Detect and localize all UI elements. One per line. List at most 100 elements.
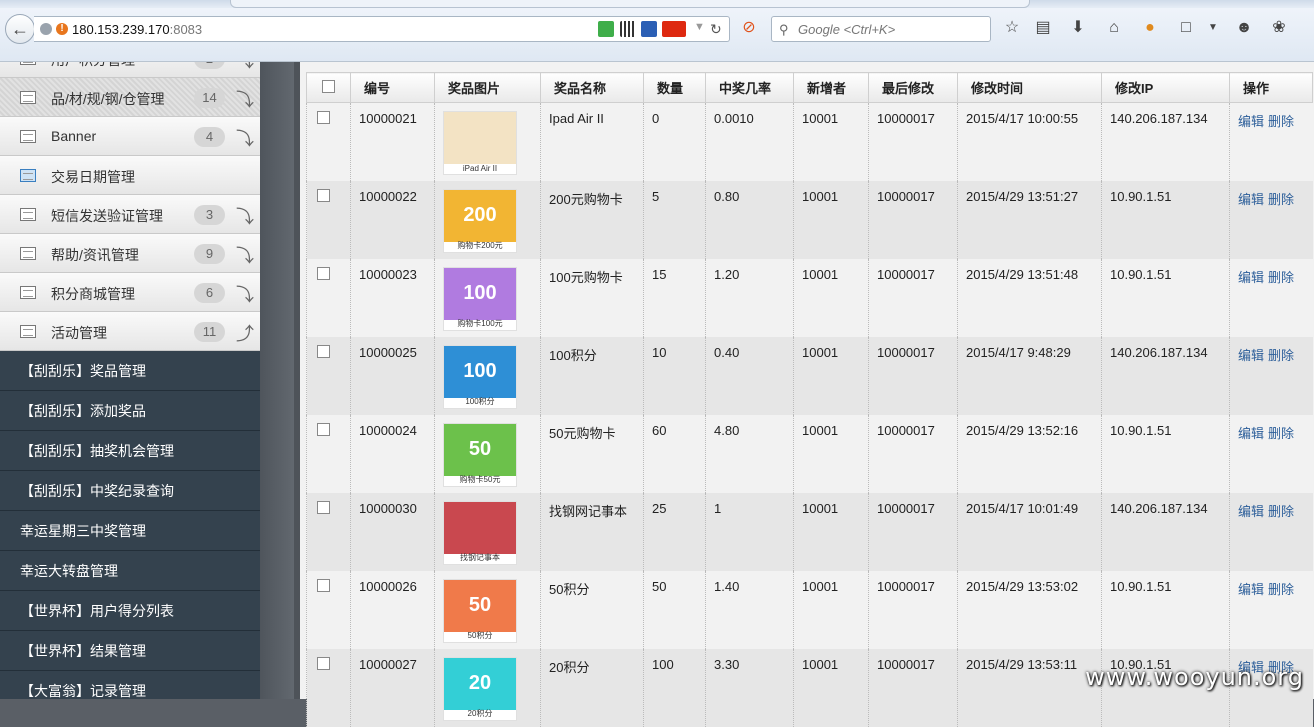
row-checkbox[interactable] xyxy=(317,578,330,592)
home-icon[interactable]: ⌂ xyxy=(1105,19,1123,37)
prize-image-caption: iPad Air II xyxy=(462,164,498,173)
url-port: :8083 xyxy=(169,22,203,37)
sidebar-subitem[interactable]: 【世界杯】用户得分列表 xyxy=(0,591,260,631)
prize-image-art: 50 xyxy=(444,423,516,476)
addon-icon[interactable]: ● xyxy=(1141,19,1159,37)
delete-link[interactable]: 删除 xyxy=(1268,270,1294,285)
bug-icon[interactable]: ❀ xyxy=(1270,19,1288,37)
list-icon xyxy=(20,286,36,299)
edit-link[interactable]: 编辑 xyxy=(1238,348,1264,363)
sidebar-item[interactable]: 用户积分管理 2 ⤵ xyxy=(0,62,260,78)
sidebar-item[interactable]: 交易日期管理 xyxy=(0,156,260,195)
delete-link[interactable]: 删除 xyxy=(1268,348,1294,363)
splitter[interactable] xyxy=(260,62,294,699)
prize-image-caption: 找钢记事本 xyxy=(460,552,500,562)
search-icon: ⚲ xyxy=(779,22,789,37)
sidebar-subitem[interactable]: 【刮刮乐】添加奖品 xyxy=(0,391,260,431)
watermark: www.wooyun.org xyxy=(1085,663,1304,691)
url-bar[interactable]: ! 180.153.239.170:8083 ▼ ↻ xyxy=(34,16,730,42)
sidebar-subitem[interactable]: 【世界杯】结果管理 xyxy=(0,631,260,671)
url-host: 180.153.239.170 xyxy=(72,22,170,37)
prize-quantity: 60 xyxy=(643,414,706,493)
row-checkbox[interactable] xyxy=(317,111,330,124)
select-cell xyxy=(306,492,351,571)
row-checkbox[interactable] xyxy=(317,500,330,514)
sidebar-item[interactable]: 短信发送验证管理 3 ⤵ xyxy=(0,195,260,234)
sidebar-item[interactable]: 帮助/资讯管理 9 ⤵ xyxy=(0,234,260,273)
block-icon[interactable]: ⊘ xyxy=(740,19,758,37)
sidebar-item[interactable]: 活动管理 11 ⤴ xyxy=(0,312,260,351)
edit-link[interactable]: 编辑 xyxy=(1238,270,1264,285)
creator: 10001 xyxy=(793,336,869,415)
modified-time: 2015/4/29 13:52:16 xyxy=(957,414,1102,493)
delete-link[interactable]: 删除 xyxy=(1268,426,1294,441)
prize-name: 100积分 xyxy=(540,336,644,415)
prize-image-art xyxy=(444,112,516,164)
sidebar-item[interactable]: 品/材/规/钢/仓管理 14 ⤵ xyxy=(0,78,260,117)
edit-link[interactable]: 编辑 xyxy=(1238,582,1264,597)
sidebar-subitem[interactable]: 【刮刮乐】中奖纪录查询 xyxy=(0,471,260,511)
prize-quantity: 100 xyxy=(643,648,706,727)
select-all-header[interactable] xyxy=(306,72,351,103)
delete-link[interactable]: 删除 xyxy=(1268,192,1294,207)
select-cell xyxy=(306,258,351,337)
prize-image-caption: 50积分 xyxy=(467,630,493,640)
word-icon[interactable] xyxy=(641,21,657,37)
select-all-checkbox[interactable] xyxy=(322,79,335,93)
qr-code-icon[interactable] xyxy=(620,21,636,37)
row-checkbox[interactable] xyxy=(317,656,330,670)
shield-icon[interactable] xyxy=(598,21,614,37)
reload-icon[interactable]: ↻ xyxy=(710,21,726,37)
sidebar-subitem[interactable]: 【刮刮乐】奖品管理 xyxy=(0,351,260,391)
row-checkbox[interactable] xyxy=(317,188,330,202)
search-input[interactable]: ⚲ Google <Ctrl+K> xyxy=(771,16,991,42)
clipboard-icon[interactable]: ▤ xyxy=(1034,19,1052,37)
sidebar-item-label: 交易日期管理 xyxy=(51,169,135,185)
arrow-right-icon[interactable]: ⤵ xyxy=(236,86,254,112)
sidebar-subitem[interactable]: 【刮刮乐】抽奖机会管理 xyxy=(0,431,260,471)
row-checkbox[interactable] xyxy=(317,266,330,280)
prize-quantity: 0 xyxy=(643,102,706,181)
prize-image-art xyxy=(444,501,516,554)
chat-icon[interactable]: ☻ xyxy=(1235,19,1253,37)
arrow-right-icon[interactable]: ⤵ xyxy=(236,62,254,73)
sidebar-item[interactable]: 积分商城管理 6 ⤵ xyxy=(0,273,260,312)
prize-image-art: 200 xyxy=(444,189,516,242)
arrow-right-icon[interactable]: ⤵ xyxy=(236,242,254,268)
sidebar-item[interactable]: Banner 4 ⤵ xyxy=(0,117,260,156)
edit-link[interactable]: 编辑 xyxy=(1238,114,1264,129)
download-icon[interactable]: ⬇ xyxy=(1069,19,1087,37)
edit-link[interactable]: 编辑 xyxy=(1238,426,1264,441)
sidebar-subitem[interactable]: 幸运星期三中奖管理 xyxy=(0,511,260,551)
delete-link[interactable]: 删除 xyxy=(1268,114,1294,129)
select-cell xyxy=(306,336,351,415)
prize-rate: 4.80 xyxy=(705,414,794,493)
sidebar-subitem[interactable]: 【大富翁】记录管理 xyxy=(0,671,260,699)
row-checkbox[interactable] xyxy=(317,344,330,358)
delete-link[interactable]: 删除 xyxy=(1268,504,1294,519)
browser-toolbar: ← ! 180.153.239.170:8083 ▼ ↻ ⊘ ⚲ Google … xyxy=(0,0,1314,62)
share-icon[interactable]: □ xyxy=(1177,19,1195,37)
arrow-up-icon[interactable]: ⤴ xyxy=(236,320,254,346)
china-flag-icon[interactable] xyxy=(662,21,686,37)
back-button[interactable]: ← xyxy=(5,14,35,44)
edit-link[interactable]: 编辑 xyxy=(1238,504,1264,519)
arrow-right-icon[interactable]: ⤵ xyxy=(236,281,254,307)
count-badge: 3 xyxy=(194,205,225,225)
arrow-right-icon[interactable]: ⤵ xyxy=(236,125,254,151)
sidebar-subitem[interactable]: 幸运大转盘管理 xyxy=(0,551,260,591)
prize-id: 10000025 xyxy=(350,336,435,415)
table-row: 10000026 50 50积分 50积分 50 1.40 10001 10000017 201… xyxy=(306,570,1313,649)
row-checkbox[interactable] xyxy=(317,422,330,436)
actions-cell: 编辑 删除 xyxy=(1229,336,1313,415)
arrow-right-icon[interactable]: ⤵ xyxy=(236,203,254,229)
menu-dropdown-icon[interactable]: ▼ xyxy=(1204,19,1222,37)
edit-link[interactable]: 编辑 xyxy=(1238,192,1264,207)
bookmark-star-icon[interactable]: ☆ xyxy=(1003,19,1021,37)
list-icon xyxy=(20,91,36,104)
modified-time: 2015/4/29 13:51:48 xyxy=(957,258,1102,337)
delete-link[interactable]: 删除 xyxy=(1268,582,1294,597)
dropdown-icon[interactable]: ▼ xyxy=(694,21,710,37)
creator: 10001 xyxy=(793,102,869,181)
list-icon xyxy=(20,130,36,143)
